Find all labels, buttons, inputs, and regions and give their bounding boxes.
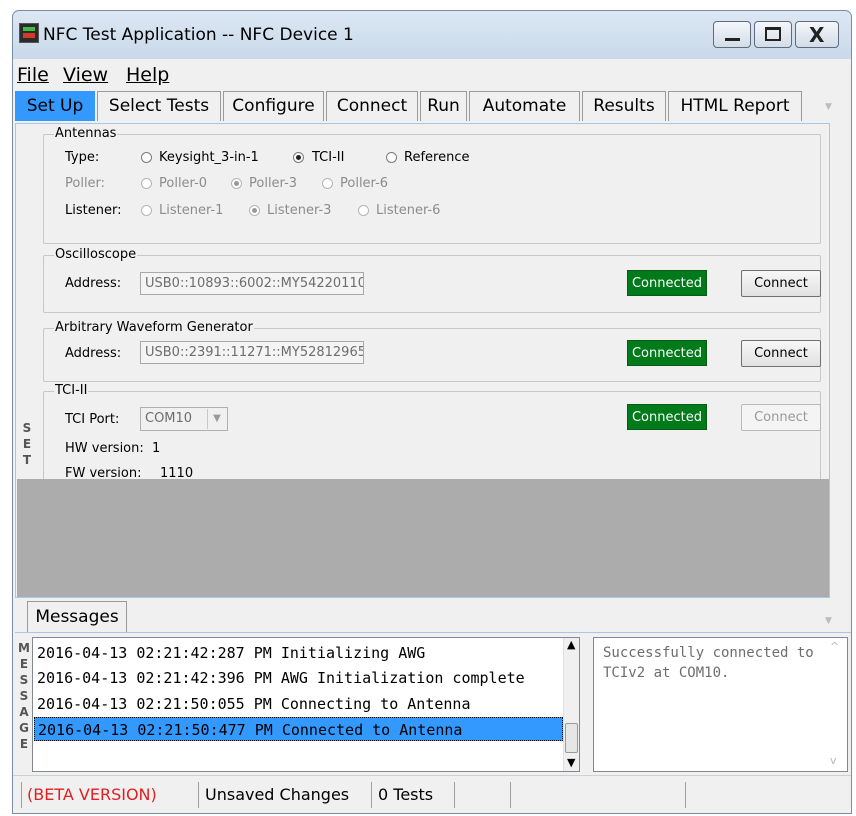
awg-status-badge: Connected: [627, 340, 707, 366]
tci-connect-button[interactable]: Connect: [741, 404, 821, 431]
status-divider: [685, 782, 686, 808]
awg-title: Arbitrary Waveform Generator: [54, 320, 254, 335]
close-button[interactable]: X: [795, 21, 839, 48]
radio-poller-0[interactable]: [141, 178, 152, 189]
radio-listener-6[interactable]: [358, 205, 369, 216]
app-icon: [19, 23, 39, 43]
radio-tci-ii[interactable]: [293, 152, 304, 163]
menu-view[interactable]: View: [63, 64, 108, 86]
radio-keysight-label[interactable]: Keysight_3-in-1: [159, 150, 259, 165]
radio-listener-3[interactable]: [249, 205, 260, 216]
radio-keysight[interactable]: [141, 152, 152, 163]
awg-connect-button[interactable]: Connect: [741, 340, 821, 367]
chevron-down-icon[interactable]: ▼: [207, 409, 226, 429]
listener-label: Listener:: [65, 203, 122, 218]
oscilloscope-connect-button[interactable]: Connect: [741, 270, 821, 297]
radio-listener-3-label[interactable]: Listener-3: [267, 203, 331, 218]
log-scrollbar[interactable]: ▲ ▼: [563, 638, 579, 771]
unsaved-changes-label: Unsaved Changes: [205, 785, 350, 804]
poller-label: Poller:: [65, 176, 106, 191]
radio-listener-1-label[interactable]: Listener-1: [159, 203, 223, 218]
radio-poller-6[interactable]: [322, 178, 333, 189]
menu-help[interactable]: Help: [126, 64, 169, 86]
tab-html-report[interactable]: HTML Report: [668, 91, 802, 121]
tab-results[interactable]: Results: [582, 91, 666, 121]
detail-scroll-down-icon[interactable]: v: [830, 754, 837, 767]
radio-tci-ii-label[interactable]: TCI-II: [312, 150, 344, 165]
tci-status-badge: Connected: [627, 404, 707, 430]
status-divider: [510, 782, 511, 808]
status-divider: [198, 782, 199, 808]
oscilloscope-status-badge: Connected: [627, 270, 707, 296]
message-log[interactable]: 2016-04-13 02:21:42:287 PM Initializing …: [32, 637, 580, 772]
scroll-thumb[interactable]: [565, 723, 578, 753]
tab-automate[interactable]: Automate: [469, 91, 580, 121]
main-tabs: Set Up Select Tests Configure Connect Ru…: [13, 89, 851, 123]
antennas-title: Antennas: [54, 126, 118, 141]
messages-panel: MESSAGE 2016-04-13 02:21:42:287 PM Initi…: [15, 632, 851, 773]
oscilloscope-address-field[interactable]: USB0::10893::6002::MY54220110::: [140, 272, 364, 295]
scroll-down-icon[interactable]: ▼: [567, 756, 575, 769]
radio-poller-3-label[interactable]: Poller-3: [249, 176, 297, 191]
tab-messages[interactable]: Messages: [27, 601, 127, 633]
detail-scroll-up-icon[interactable]: ^: [830, 640, 839, 653]
menu-bar: File View Help: [13, 61, 851, 87]
log-entry[interactable]: 2016-04-13 02:21:42:396 PM AWG Initializ…: [34, 666, 563, 690]
app-window: NFC Test Application -- NFC Device 1 X F…: [12, 10, 852, 814]
log-entry[interactable]: 2016-04-13 02:21:50:055 PM Connecting to…: [34, 692, 563, 716]
oscilloscope-address-label: Address:: [65, 276, 122, 291]
radio-reference[interactable]: [386, 152, 397, 163]
tci-port-label: TCI Port:: [65, 412, 120, 427]
radio-reference-label[interactable]: Reference: [404, 150, 469, 165]
log-entry-selected[interactable]: 2016-04-13 02:21:50:477 PM Connected to …: [34, 717, 563, 741]
radio-poller-0-label[interactable]: Poller-0: [159, 176, 207, 191]
radio-listener-1[interactable]: [141, 205, 152, 216]
radio-listener-6-label[interactable]: Listener-6: [376, 203, 440, 218]
antennas-group: Antennas Type: Keysight_3-in-1 TCI-II Re…: [43, 126, 821, 244]
messages-side-label: MESSAGE: [18, 641, 30, 751]
awg-address-field[interactable]: USB0::2391::11271::MY52812965::: [140, 341, 364, 364]
tci-port-value: COM10: [145, 411, 193, 426]
type-label: Type:: [65, 150, 100, 165]
setup-panel: SETUP Antennas Type: Keysight_3-in-1 TCI…: [15, 123, 830, 598]
scroll-up-icon[interactable]: ▲: [567, 638, 575, 651]
tci-port-select[interactable]: COM10 ▼: [140, 407, 228, 431]
tci-title: TCI-II: [54, 383, 89, 398]
status-divider: [21, 782, 22, 808]
hw-version-value: 1: [152, 441, 161, 456]
messages-overflow-icon[interactable]: ▼: [825, 616, 832, 626]
oscilloscope-title: Oscilloscope: [54, 247, 138, 262]
tci-group: TCI-II TCI Port: COM10 ▼ HW version: 1 F…: [43, 383, 821, 493]
tab-select-tests[interactable]: Select Tests: [97, 91, 221, 121]
beta-version-label: (BETA VERSION): [27, 785, 157, 804]
menu-file[interactable]: File: [17, 64, 49, 86]
test-count-label: 0 Tests: [378, 785, 434, 804]
tab-run[interactable]: Run: [420, 91, 467, 121]
awg-address-label: Address:: [65, 346, 122, 361]
maximize-button[interactable]: [754, 21, 792, 48]
close-icon: X: [809, 23, 825, 47]
minimize-icon: [725, 38, 740, 41]
message-detail: Successfully connected to TCIv2 at COM10…: [593, 637, 848, 772]
window-title: NFC Test Application -- NFC Device 1: [43, 25, 354, 45]
tab-overflow-icon[interactable]: ▼: [825, 102, 832, 112]
status-divider: [454, 782, 455, 808]
message-detail-text: Successfully connected to TCIv2 at COM10…: [603, 645, 814, 681]
radio-poller-6-label[interactable]: Poller-6: [340, 176, 388, 191]
tab-configure[interactable]: Configure: [223, 91, 324, 121]
empty-panel-area: [17, 479, 829, 597]
status-divider: [371, 782, 372, 808]
tab-connect[interactable]: Connect: [326, 91, 418, 121]
log-entry[interactable]: 2016-04-13 02:21:42:287 PM Initializing …: [34, 641, 563, 665]
status-bar: (BETA VERSION) Unsaved Changes 0 Tests: [13, 775, 851, 813]
radio-poller-3[interactable]: [231, 178, 242, 189]
oscilloscope-group: Oscilloscope Address: USB0::10893::6002:…: [43, 247, 821, 313]
minimize-button[interactable]: [713, 21, 751, 48]
awg-group: Arbitrary Waveform Generator Address: US…: [43, 320, 821, 382]
tab-set-up[interactable]: Set Up: [15, 91, 95, 121]
maximize-icon: [765, 27, 781, 41]
hw-version-label: HW version:: [65, 441, 144, 456]
